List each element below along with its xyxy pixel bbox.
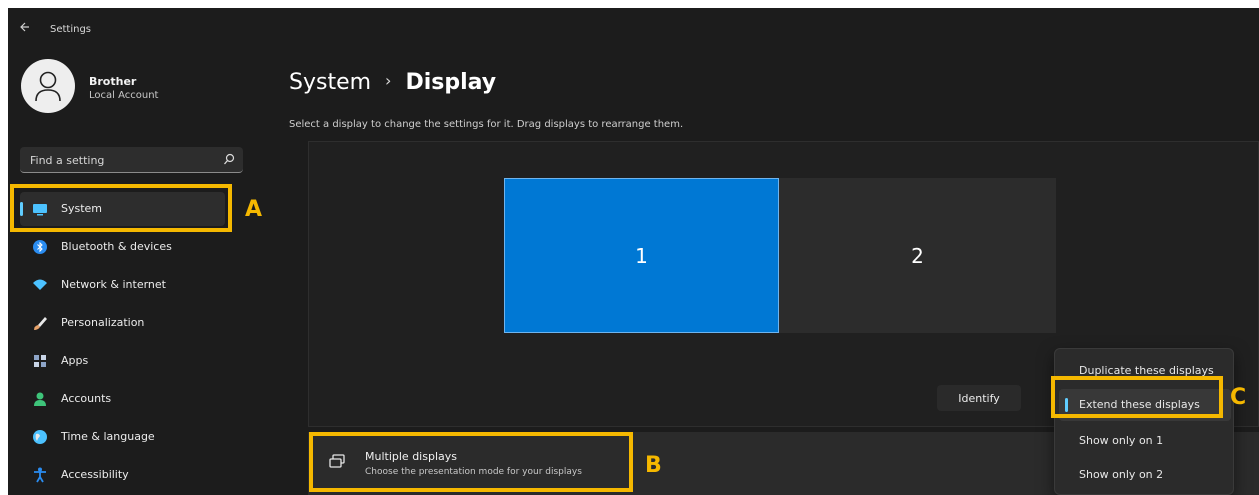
sidebar-item-label: Personalization <box>61 316 145 329</box>
search-box[interactable] <box>20 147 243 173</box>
settings-window: Settings Brother Local Account System Bl… <box>8 8 1259 495</box>
option-label: Show only on 1 <box>1079 434 1164 447</box>
breadcrumb: System › Display <box>289 70 496 95</box>
highlight-box-b <box>309 432 633 492</box>
sidebar-item-time-language[interactable]: Time & language <box>20 420 225 454</box>
option-label: Show only on 2 <box>1079 468 1164 481</box>
avatar[interactable] <box>21 59 75 113</box>
back-button[interactable] <box>18 21 34 35</box>
identify-button[interactable]: Identify <box>937 385 1021 411</box>
option-show-only-1[interactable]: Show only on 1 <box>1059 425 1231 457</box>
user-name: Brother <box>89 75 137 88</box>
sidebar-item-label: Accessibility <box>61 468 129 481</box>
option-show-only-2[interactable]: Show only on 2 <box>1059 459 1231 491</box>
monitor-1[interactable]: 1 <box>504 178 779 333</box>
person-icon <box>35 71 61 102</box>
monitor-2[interactable]: 2 <box>779 178 1056 333</box>
bluetooth-icon <box>33 240 47 254</box>
annotation-letter-a: A <box>245 197 263 222</box>
sidebar-item-accessibility[interactable]: Accessibility <box>20 458 225 492</box>
sidebar-item-personalization[interactable]: Personalization <box>20 306 225 340</box>
wifi-icon <box>33 279 47 290</box>
sidebar-item-label: Time & language <box>61 430 155 443</box>
window-title: Settings <box>50 24 92 35</box>
highlight-box-c <box>1051 376 1223 418</box>
apps-icon <box>34 355 46 367</box>
highlight-box-a <box>10 184 232 232</box>
brush-icon <box>34 317 47 330</box>
person-icon <box>34 392 46 406</box>
page-title: Display <box>405 70 497 95</box>
presentation-mode-dropdown: Duplicate these displays Extend these di… <box>1054 348 1234 495</box>
annotation-letter-c: C <box>1230 385 1247 410</box>
globe-icon <box>33 430 47 444</box>
sidebar-item-label: Apps <box>61 354 89 367</box>
search-icon <box>224 153 235 165</box>
sidebar-item-label: Accounts <box>61 392 112 405</box>
search-input[interactable] <box>30 151 210 169</box>
back-arrow-icon <box>20 22 29 32</box>
account-type: Local Account <box>89 90 159 101</box>
title-bar: Settings <box>8 8 1259 48</box>
page-subtitle: Select a display to change the settings … <box>289 119 684 130</box>
monitor-number: 2 <box>911 243 924 268</box>
sidebar-item-apps[interactable]: Apps <box>20 344 225 378</box>
monitor-number: 1 <box>635 243 648 268</box>
annotation-letter-b: B <box>645 453 662 478</box>
accessibility-icon <box>34 467 46 483</box>
sidebar-item-bluetooth[interactable]: Bluetooth & devices <box>20 230 225 264</box>
sidebar-item-label: Bluetooth & devices <box>61 240 172 253</box>
sidebar-item-label: Network & internet <box>61 278 166 291</box>
breadcrumb-section[interactable]: System <box>289 70 371 95</box>
sidebar-item-network[interactable]: Network & internet <box>20 268 225 302</box>
breadcrumb-separator: › <box>385 71 392 90</box>
sidebar-item-accounts[interactable]: Accounts <box>20 382 225 416</box>
